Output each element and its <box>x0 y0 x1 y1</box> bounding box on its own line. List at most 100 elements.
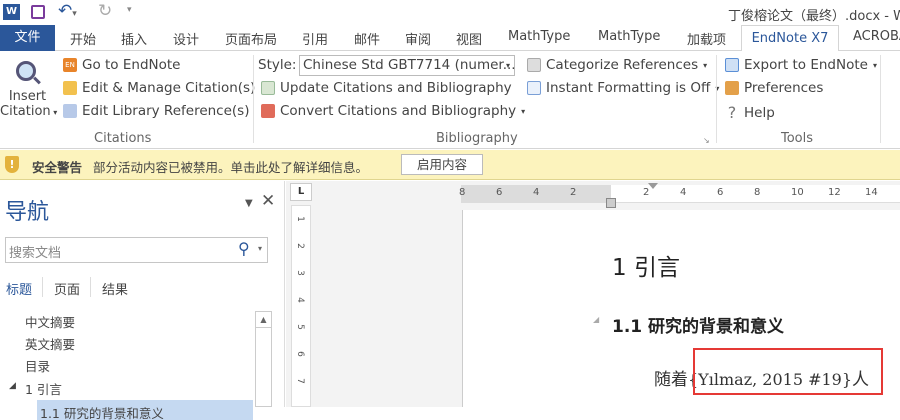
close-icon[interactable]: ✕ <box>261 191 275 211</box>
search-input[interactable]: 搜索文档 ⚲ ▾ <box>5 237 268 263</box>
scroll-up-icon[interactable]: ▲ <box>256 312 271 328</box>
update-list-icon <box>261 81 275 95</box>
dropdown-arrow-icon: ▾ <box>50 108 58 117</box>
nav-heading-item[interactable]: 目录 <box>25 356 50 375</box>
ruler-tick-label: 6 <box>717 187 724 198</box>
tab-endnote-x7[interactable]: EndNote X7 <box>741 25 839 52</box>
help-button[interactable]: ? Help <box>725 103 775 122</box>
document-list-icon <box>527 58 541 72</box>
edit-list-icon <box>63 104 77 118</box>
chevron-down-icon: ▾ <box>703 60 708 70</box>
nav-options-icon[interactable]: ▼ <box>245 198 253 209</box>
ruler-corner-tab-selector[interactable]: L <box>290 183 312 201</box>
warning-title: 安全警告 <box>32 160 83 175</box>
security-warning-bar: ! 安全警告 部分活动内容已被禁用。单击此处了解详细信息。 启用内容 <box>0 150 900 180</box>
tab-references[interactable]: 引用 <box>302 29 328 48</box>
endnote-icon: EN <box>63 58 77 72</box>
vertical-ruler[interactable]: 1 2 3 4 5 6 7 <box>291 205 311 407</box>
tab-home[interactable]: 开始 <box>70 29 96 48</box>
highlight-box <box>693 348 883 395</box>
shield-warning-icon: ! <box>5 156 19 173</box>
collapse-triangle-icon[interactable]: ◢ <box>9 381 16 391</box>
ruler-tick-label: 2 <box>643 187 650 198</box>
question-mark-icon: ? <box>727 103 737 122</box>
group-divider <box>716 55 717 143</box>
ruler-tick-label: 12 <box>828 187 841 198</box>
customize-qat-icon[interactable]: ▾ <box>127 5 132 15</box>
group-label-bibliography: Bibliography <box>436 131 518 146</box>
export-icon <box>725 58 739 72</box>
nav-heading-item[interactable]: 中文摘要 <box>25 312 75 331</box>
edit-library-reference-button[interactable]: Edit Library Reference(s) <box>63 103 249 119</box>
navigation-pane: 导航 ▼ ✕ 搜索文档 ⚲ ▾ 标题 页面 结果 中文摘要 英文摘要 目录 ◢ … <box>0 181 285 420</box>
nav-heading-item-selected[interactable]: 1.1 研究的背景和意义 <box>37 400 253 420</box>
group-label-citations: Citations <box>94 131 152 146</box>
first-line-indent-marker[interactable] <box>648 183 658 189</box>
preferences-button[interactable]: Preferences <box>725 80 823 96</box>
ruler-tick-label: 2 <box>570 187 577 198</box>
go-to-endnote-button[interactable]: EN Go to EndNote <box>63 57 180 73</box>
pencil-edit-icon <box>63 81 77 95</box>
left-indent-marker[interactable] <box>606 198 616 208</box>
chevron-down-icon[interactable]: ▾ <box>258 244 262 253</box>
dialog-launcher-icon[interactable]: ↘ <box>703 136 710 145</box>
search-icon[interactable]: ⚲ <box>238 239 250 258</box>
word-icon: W <box>3 4 20 20</box>
tab-file[interactable]: 文件 <box>0 25 55 51</box>
instant-formatting-button[interactable]: Instant Formatting is Off ▾ <box>527 80 719 96</box>
warning-message[interactable]: 部分活动内容已被禁用。单击此处了解详细信息。 <box>93 157 368 176</box>
divider <box>42 277 43 297</box>
ruler-tick-label: 4 <box>533 187 540 198</box>
ruler-tick-label: 8 <box>459 187 466 198</box>
formatting-icon <box>527 81 541 95</box>
ribbon-tabs: 文件 开始 插入 设计 页面布局 引用 邮件 审阅 视图 MathType Ma… <box>0 25 900 52</box>
tab-insert[interactable]: 插入 <box>121 29 147 48</box>
style-select[interactable]: Chinese Std GBT7714 (numer... ▾ <box>299 55 516 76</box>
tab-acrobat[interactable]: ACROBA <box>853 29 900 44</box>
save-icon[interactable] <box>31 5 45 19</box>
title-bar: W ↶▾ ↻ ▾ 丁俊榕论文（最终）.docx - W <box>0 0 900 25</box>
magnifier-icon <box>14 59 42 89</box>
convert-icon <box>261 104 275 118</box>
nav-heading-item[interactable]: 英文摘要 <box>25 334 75 353</box>
collapse-heading-icon[interactable]: ◢ <box>593 315 599 324</box>
categorize-references-button[interactable]: Categorize References ▾ <box>527 57 707 73</box>
document-title: 丁俊榕论文（最终）.docx - W <box>728 9 900 24</box>
tab-design[interactable]: 设计 <box>173 29 199 48</box>
ruler-tick-label: 2 <box>294 243 305 249</box>
convert-citations-button[interactable]: Convert Citations and Bibliography ▾ <box>261 103 525 119</box>
tab-mailings[interactable]: 邮件 <box>354 29 380 48</box>
update-citations-button[interactable]: Update Citations and Bibliography <box>261 80 512 96</box>
horizontal-ruler[interactable]: 8 6 4 2 2 4 6 8 10 12 14 <box>459 183 900 208</box>
undo-icon[interactable]: ↶▾ <box>58 1 77 21</box>
tab-view[interactable]: 视图 <box>456 29 482 48</box>
heading-1: 1 引言 <box>612 255 680 281</box>
tab-mathtype-1[interactable]: MathType <box>508 29 570 44</box>
enable-content-button[interactable]: 启用内容 <box>401 154 483 175</box>
ruler-tick-label: 5 <box>294 324 305 330</box>
insert-citation-button[interactable]: Insert Citation ▾ <box>0 57 58 127</box>
page[interactable]: 1 引言 ◢ 1.1 研究的背景和意义 随着{Yılmaz, 2015 #19}… <box>462 210 900 407</box>
scrollbar[interactable]: ▲ <box>255 311 272 407</box>
tab-review[interactable]: 审阅 <box>405 29 431 48</box>
nav-heading-item[interactable]: 1 引言 <box>25 379 62 398</box>
divider <box>90 277 91 297</box>
ruler-tick-label: 4 <box>680 187 687 198</box>
ribbon-endnote: Insert Citation ▾ EN Go to EndNote Edit &… <box>0 51 900 149</box>
nav-tab-headings[interactable]: 标题 <box>6 279 32 298</box>
tab-mathtype-2[interactable]: MathType <box>598 29 660 44</box>
tab-layout[interactable]: 页面布局 <box>225 29 277 48</box>
nav-title: 导航 <box>5 200 50 225</box>
nav-tab-pages[interactable]: 页面 <box>54 279 80 298</box>
document-area: L 1234567 8 6 4 2 2 4 6 8 10 12 14 1 引言 ◢ 1.1 研究的背… <box>286 181 900 407</box>
export-to-endnote-button[interactable]: Export to EndNote ▾ <box>725 57 877 73</box>
ruler-tick-label: 10 <box>791 187 804 198</box>
redo-icon[interactable]: ↻ <box>98 1 112 21</box>
chevron-down-icon: ▾ <box>872 60 877 70</box>
chevron-down-icon: ▾ <box>505 61 510 70</box>
nav-tab-results[interactable]: 结果 <box>102 279 128 298</box>
ruler-tick-label: 6 <box>294 351 305 357</box>
edit-manage-citations-button[interactable]: Edit & Manage Citation(s) <box>63 80 255 96</box>
tab-addins[interactable]: 加载项 <box>687 29 726 48</box>
group-label-tools: Tools <box>781 131 814 146</box>
